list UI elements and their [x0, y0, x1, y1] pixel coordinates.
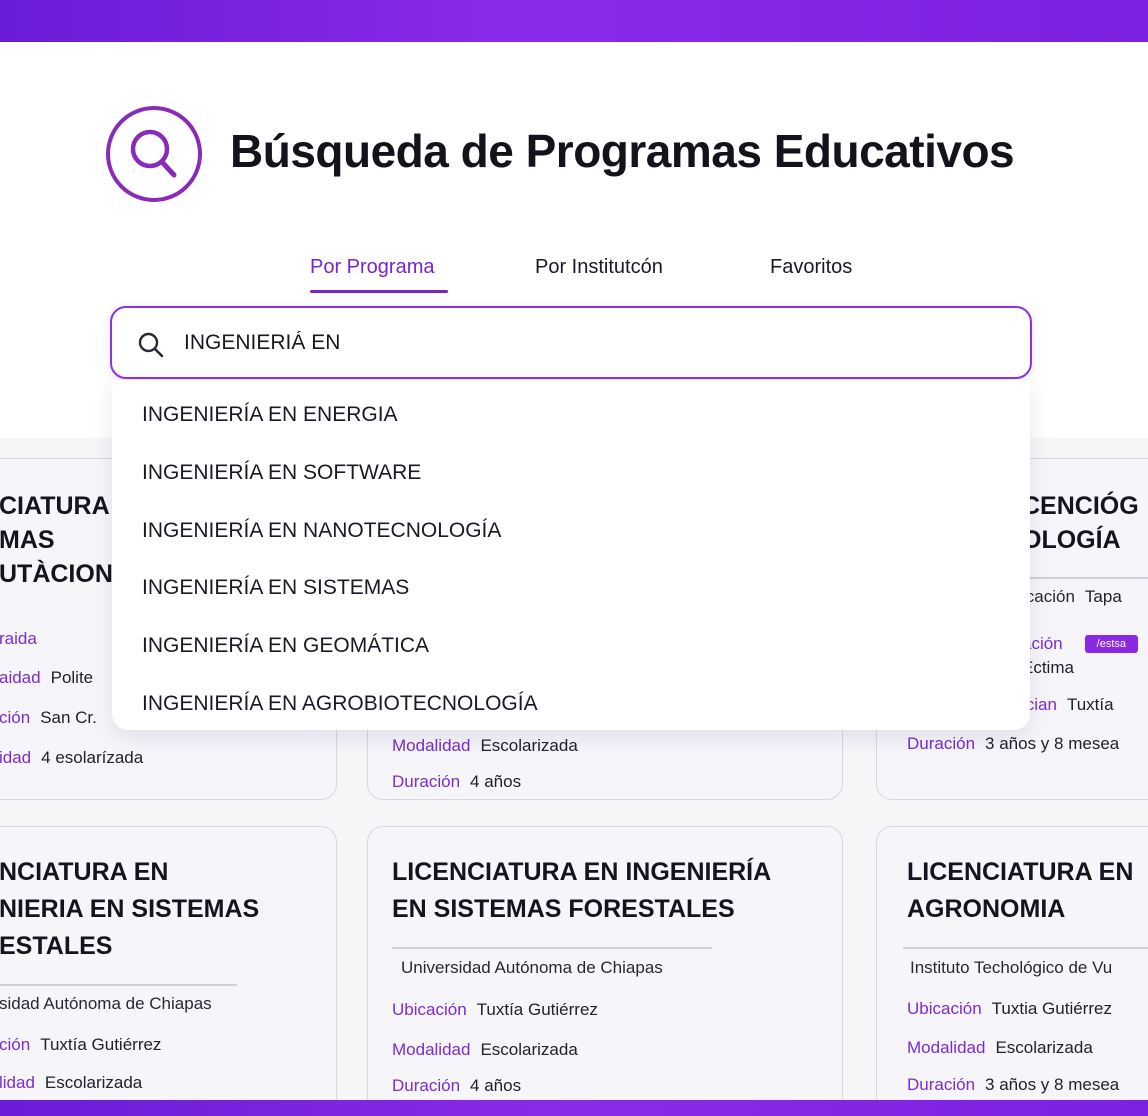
suggestion-item[interactable]: INGENIERÍA EN AGROBIOTECNOLOGÍA	[142, 692, 538, 716]
card-row: ción Tuxtía Gutiérrez	[0, 1035, 161, 1055]
row-value: Tapa	[1084, 587, 1122, 606]
row-label: ción	[0, 1035, 31, 1054]
card-row: ación/estsa	[1022, 634, 1138, 654]
card-title-line: NIERIA EN SISTEMAS	[0, 895, 260, 923]
search-icon	[106, 106, 202, 202]
card-title-line: CIATURA	[0, 492, 110, 520]
card-row: ician Tuxtía	[1022, 695, 1114, 715]
institution-name: sidad Autónoma de Chiapas	[0, 994, 212, 1013]
row-label: lidad	[0, 1073, 35, 1092]
search-input[interactable]	[184, 326, 1004, 360]
search-box[interactable]	[110, 306, 1032, 379]
row-value: Escolarizada	[480, 1040, 578, 1059]
suggestion-item[interactable]: INGENIERÍA EN GEOMÁTICA	[142, 634, 429, 658]
program-card[interactable]: LICENCIATURA EN AGRONOMIA Instituto Tech…	[876, 826, 1148, 1116]
tab-por-institucion[interactable]: Por Institutcón	[535, 256, 663, 279]
card-title-line: OLOGÍA	[1022, 526, 1121, 554]
card-row: Modalidad Escolarizada	[907, 1038, 1093, 1058]
row-value: San Cr.	[40, 708, 97, 727]
card-row: Ubicación Tuxtia Gutiérrez	[907, 999, 1112, 1019]
row-label: idad	[0, 748, 32, 767]
card-title-line: AGRONOMIA	[907, 895, 1066, 923]
suggestion-item[interactable]: INGENIERÍA EN NANOTECNOLOGÍA	[142, 519, 501, 543]
institution-name: Universidad Autónoma de Chiapas	[401, 958, 663, 977]
active-tab-indicator	[310, 290, 448, 293]
card-row: Modalidad Escolarizada	[392, 1040, 578, 1060]
card-row: Modalidad Escolarizada	[392, 736, 578, 756]
card-title-line: CENCIÓG	[1022, 492, 1139, 520]
card-title-line: MAS	[0, 526, 55, 554]
card-row: Duración 3 años y 8 mesea	[907, 734, 1119, 754]
program-card[interactable]: LICENCIATURA EN INGENIERÍA EN SISTEMAS F…	[367, 826, 843, 1116]
row-value: Tuxtía	[1066, 695, 1114, 714]
institution-name: Instituto Techológico de Vu	[910, 958, 1113, 977]
row-label: Duración	[392, 1076, 461, 1095]
row-label: Ubicación	[907, 999, 982, 1018]
tab-por-programa[interactable]: Por Programa	[310, 256, 435, 279]
top-banner	[0, 0, 1148, 42]
row-value: Tuxtia Gutiérrez	[991, 999, 1112, 1018]
row-value: 4 esolarízada	[41, 748, 144, 767]
row-label: aidad	[0, 668, 41, 687]
row-value: Tuxtía Gutiérrez	[40, 1035, 162, 1054]
row-label: Duración	[392, 772, 461, 791]
row-label: Duración	[907, 734, 976, 753]
row-value: 3 años y 8 mesea	[985, 734, 1120, 753]
card-row: Duración 3 años y 8 mesea	[907, 1075, 1119, 1095]
status-badge: /estsa	[1084, 635, 1138, 653]
card-divider	[392, 947, 712, 949]
card-row: idad 4 esolarízada	[0, 748, 143, 768]
tab-favoritos[interactable]: Favoritos	[770, 256, 852, 279]
card-divider	[1022, 577, 1148, 579]
row-label: Modalidad	[392, 1040, 471, 1059]
suggestion-item[interactable]: INGENIERÍA EN SISTEMAS	[142, 576, 409, 600]
card-row: Ubicación Tuxtía Gutiérrez	[392, 1000, 598, 1020]
suggestion-item[interactable]: INGENIERÍA EN ENERGIA	[142, 403, 398, 427]
card-row: lidad Escolarizada	[0, 1073, 142, 1093]
suggestions-dropdown: INGENIERÍA EN ENERGIA INGENIERÍA EN SOFT…	[112, 380, 1030, 730]
row-label: Ubicación	[392, 1000, 467, 1019]
row-label: ción	[0, 708, 31, 727]
row-value: 4 años	[470, 1076, 522, 1095]
card-row: icación Tapa	[1022, 587, 1122, 607]
row-label: raida	[0, 629, 37, 648]
row-value: Tuxtía Gutiérrez	[476, 1000, 598, 1019]
search-icon	[138, 332, 164, 358]
card-row: Duración 4 años	[392, 1076, 521, 1096]
card-title-line: NCIATURA EN	[0, 858, 169, 886]
suggestion-item[interactable]: INGENIERÍA EN SOFTWARE	[142, 461, 421, 485]
row-label: Modalidad	[907, 1038, 986, 1057]
card-divider	[903, 947, 1148, 949]
card-title-line: ESTALES	[0, 932, 113, 960]
card-row: raida	[0, 629, 47, 649]
row-value: 3 años y 8 mesea	[985, 1075, 1120, 1094]
row-value: Escolarizada	[44, 1073, 143, 1092]
bottom-banner	[0, 1100, 1148, 1116]
row-label: Duración	[907, 1075, 976, 1094]
card-divider	[0, 984, 237, 986]
card-title-line: EN SISTEMAS FORESTALES	[392, 895, 735, 923]
program-card[interactable]: NCIATURA EN NIERIA EN SISTEMAS ESTALES s…	[0, 826, 337, 1116]
page-title: Búsqueda de Programas Educativos	[230, 125, 1015, 177]
card-row: ción San Cr.	[0, 708, 97, 728]
card-title-line: LICENCIATURA EN	[907, 858, 1134, 886]
card-row: aidad Polite	[0, 668, 93, 688]
row-value: Escolarizada	[995, 1038, 1093, 1057]
row-value: Polite	[50, 668, 94, 687]
row-label: Modalidad	[392, 736, 471, 755]
row-value: Escolarizada	[480, 736, 578, 755]
row-value: 4 años	[470, 772, 522, 791]
card-title-line: UTÀCION	[0, 560, 113, 588]
card-title-line: LICENCIATURA EN INGENIERÍA	[392, 858, 772, 886]
card-row: Duración 4 años	[392, 772, 521, 792]
